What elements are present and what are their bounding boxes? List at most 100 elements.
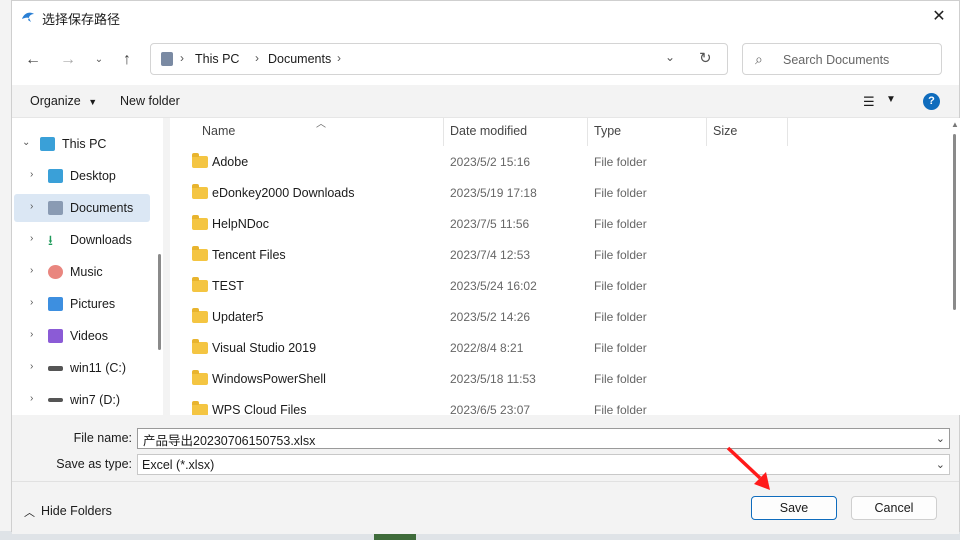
recent-locations-chevron-icon[interactable]: ⌄: [88, 49, 110, 71]
breadcrumb-chevron-icon[interactable]: ›: [180, 51, 184, 65]
organize-label: Organize: [30, 94, 81, 108]
sidebar-item-music[interactable]: › Music: [14, 258, 150, 286]
collapsed-chevron-icon[interactable]: ›: [30, 265, 33, 276]
file-date: 2023/5/24 16:02: [450, 279, 537, 293]
close-icon[interactable]: ✕: [929, 7, 949, 27]
scrollbar-thumb[interactable]: [953, 134, 956, 310]
expanded-chevron-icon[interactable]: ⌄: [22, 137, 30, 148]
file-name-dropdown-icon[interactable]: ⌄: [936, 432, 945, 445]
file-date: 2022/8/4 8:21: [450, 341, 524, 355]
save-type-dropdown-icon[interactable]: ⌄: [936, 458, 945, 471]
save-type-label: Save as type:: [56, 457, 132, 471]
save-type-select[interactable]: Excel (*.xlsx) ⌄: [137, 454, 950, 475]
sidebar-item-drive-c[interactable]: › win11 (C:): [14, 354, 150, 382]
search-icon: ⌕: [755, 51, 763, 67]
sidebar-item-label: Pictures: [70, 297, 116, 311]
column-divider[interactable]: [587, 118, 588, 146]
file-row[interactable]: WindowsPowerShell 2023/5/18 11:53 File f…: [170, 364, 930, 395]
videos-icon: [48, 329, 63, 343]
documents-icon: [48, 201, 63, 215]
up-arrow-icon[interactable]: ↑: [116, 49, 138, 71]
collapsed-chevron-icon[interactable]: ›: [30, 297, 33, 308]
file-list-scrollbar[interactable]: ▲: [949, 118, 960, 415]
file-date: 2023/5/2 15:16: [450, 155, 531, 169]
file-name: Visual Studio 2019: [212, 341, 317, 355]
search-box[interactable]: ⌕: [742, 43, 942, 75]
address-dropdown-chevron-icon[interactable]: ⌄: [665, 50, 675, 64]
address-bar[interactable]: › This PC › Documents › ⌄ ↻: [150, 43, 728, 75]
file-type: File folder: [594, 217, 647, 231]
breadcrumb-chevron-icon[interactable]: ›: [255, 51, 259, 65]
save-options: File name: ⌄ Save as type: Excel (*.xlsx…: [12, 415, 959, 481]
column-divider[interactable]: [706, 118, 707, 146]
file-type: File folder: [594, 155, 647, 169]
file-name-combobox[interactable]: ⌄: [137, 428, 950, 449]
forward-arrow-icon[interactable]: →: [57, 49, 79, 71]
folder-icon: [192, 215, 208, 230]
sidebar-item-label: Videos: [70, 329, 108, 343]
breadcrumb-chevron-icon[interactable]: ›: [337, 51, 341, 65]
column-header-date[interactable]: Date modified: [450, 124, 527, 138]
help-icon[interactable]: ?: [923, 93, 940, 110]
navigation-row: ← → ⌄ ↑ › This PC › Documents › ⌄ ↻ ⌕: [12, 33, 959, 85]
file-date: 2023/5/18 11:53: [450, 372, 536, 386]
new-folder-button[interactable]: New folder: [120, 94, 180, 108]
file-name-label: File name:: [73, 431, 132, 445]
folder-icon: [192, 277, 208, 292]
collapsed-chevron-icon[interactable]: ›: [30, 233, 33, 244]
column-header-row: ︿ Name Date modified Type Size: [170, 118, 949, 146]
file-row[interactable]: TEST 2023/5/24 16:02 File folder: [170, 271, 930, 302]
scroll-up-arrow-icon[interactable]: ▲: [951, 120, 959, 129]
back-arrow-icon[interactable]: ←: [22, 49, 44, 71]
collapsed-chevron-icon[interactable]: ›: [30, 361, 33, 372]
column-header-type[interactable]: Type: [594, 124, 621, 138]
refresh-icon[interactable]: ↻: [699, 49, 712, 67]
save-button[interactable]: Save: [751, 496, 837, 520]
file-name-input[interactable]: [141, 430, 925, 449]
column-header-name[interactable]: Name: [202, 124, 235, 138]
collapsed-chevron-icon[interactable]: ›: [30, 393, 33, 404]
folder-icon: [192, 184, 208, 199]
file-type: File folder: [594, 372, 647, 386]
sidebar-item-downloads[interactable]: › ⭳ Downloads: [14, 226, 150, 254]
window-title: 选择保存路径: [42, 12, 121, 27]
folder-icon: [192, 308, 208, 323]
file-row[interactable]: WPS Cloud Files 2023/6/5 23:07 File fold…: [170, 395, 930, 415]
column-divider[interactable]: [443, 118, 444, 146]
column-divider[interactable]: [787, 118, 788, 146]
sidebar-item-pictures[interactable]: › Pictures: [14, 290, 150, 318]
file-row[interactable]: Updater5 2023/5/2 14:26 File folder: [170, 302, 930, 333]
sidebar-item-label: Documents: [70, 201, 134, 215]
view-dropdown-icon[interactable]: ▼: [886, 94, 896, 105]
sidebar-item-drive-d[interactable]: › win7 (D:): [14, 386, 150, 414]
file-row[interactable]: Adobe 2023/5/2 15:16 File folder: [170, 147, 930, 178]
organize-button[interactable]: Organize ▼: [30, 94, 97, 108]
breadcrumb-this-pc[interactable]: This PC: [195, 52, 239, 66]
collapsed-chevron-icon[interactable]: ›: [30, 201, 33, 212]
sidebar-item-label: This PC: [62, 137, 107, 151]
sidebar-item-desktop[interactable]: › Desktop: [14, 162, 150, 190]
sidebar-item-this-pc[interactable]: ⌄ This PC: [14, 130, 150, 158]
save-type-value: Excel (*.xlsx): [142, 458, 215, 472]
breadcrumb-documents[interactable]: Documents: [268, 52, 331, 66]
file-row[interactable]: Visual Studio 2019 2022/8/4 8:21 File fo…: [170, 333, 930, 364]
file-list: ︿ Name Date modified Type Size Adobe 202…: [170, 118, 949, 415]
search-input[interactable]: [781, 50, 935, 70]
sidebar-scrollbar[interactable]: [158, 254, 161, 350]
view-options-icon[interactable]: ☰: [863, 94, 875, 110]
file-row[interactable]: HelpNDoc 2023/7/5 11:56 File folder: [170, 209, 930, 240]
collapsed-chevron-icon[interactable]: ›: [30, 169, 33, 180]
sidebar-item-videos[interactable]: › Videos: [14, 322, 150, 350]
column-header-size[interactable]: Size: [713, 124, 737, 138]
sidebar-item-label: Music: [70, 265, 103, 279]
cancel-button[interactable]: Cancel: [851, 496, 937, 520]
file-row[interactable]: Tencent Files 2023/7/4 12:53 File folder: [170, 240, 930, 271]
navigation-pane: ⌄ This PC › Desktop › Documents › ⭳ Down…: [12, 118, 163, 415]
collapsed-chevron-icon[interactable]: ›: [30, 329, 33, 340]
sidebar-item-documents[interactable]: › Documents: [14, 194, 150, 222]
desktop-icon: [48, 169, 63, 183]
file-row[interactable]: eDonkey2000 Downloads 2023/5/19 17:18 Fi…: [170, 178, 930, 209]
save-dialog: 选择保存路径 ✕ ← → ⌄ ↑ › This PC › Documents ›…: [11, 0, 960, 534]
file-type: File folder: [594, 403, 647, 415]
file-type: File folder: [594, 279, 647, 293]
